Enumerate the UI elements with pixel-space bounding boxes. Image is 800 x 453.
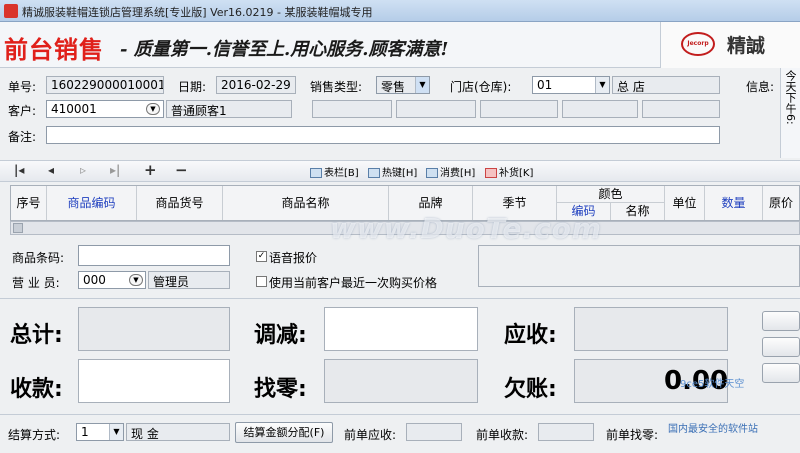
change-field: [324, 359, 478, 403]
col-item-no[interactable]: 商品货号: [137, 186, 223, 220]
clerk-code: 000: [83, 273, 106, 287]
totals-panel: 总计: 调减: 应收: 收款: 找零: 欠账: 0.00: [0, 298, 800, 410]
columns-button[interactable]: 表栏[B]: [310, 164, 359, 179]
col-color[interactable]: 颜色: [557, 186, 665, 203]
logo-text: 精誠: [727, 35, 766, 57]
chevron-down-icon[interactable]: ▼: [595, 77, 609, 93]
scrollbar-thumb[interactable]: [13, 223, 23, 233]
keyboard-icon: [368, 168, 380, 178]
customer-label: 客户:: [8, 104, 37, 118]
settle-name-field: 现 金: [126, 423, 230, 441]
brand-title: 前台销售: [4, 35, 104, 64]
col-original-price[interactable]: 原价: [763, 186, 799, 220]
voice-checkbox[interactable]: ✓: [256, 251, 267, 262]
side-action-button-1[interactable]: [762, 311, 800, 331]
info-slot-3: [480, 100, 558, 118]
barcode-label: 商品条码:: [12, 251, 65, 265]
prev-received-label: 前单收款:: [476, 428, 529, 442]
remove-row-button[interactable]: −: [175, 161, 188, 179]
last-record-button[interactable]: ▸|: [110, 163, 120, 177]
last-price-checkbox[interactable]: [256, 276, 267, 287]
total-label: 总计:: [10, 323, 63, 348]
settle-label: 结算方式:: [8, 428, 61, 442]
table-icon: [310, 168, 322, 178]
received-input[interactable]: [78, 359, 230, 403]
split-amount-button[interactable]: 结算金额分配(F): [235, 422, 333, 443]
store-code: 01: [537, 78, 553, 92]
hotkeys-button[interactable]: 热键[H]: [368, 164, 417, 179]
restock-button[interactable]: 补货[K]: [485, 164, 533, 179]
first-record-button[interactable]: |◂: [14, 163, 24, 177]
customer-lookup-icon[interactable]: ▼: [146, 103, 160, 115]
barcode-input[interactable]: [78, 245, 230, 266]
received-label: 收款:: [10, 377, 63, 402]
customer-code: 410001: [51, 102, 97, 116]
company-logo: Jecorp 精誠: [660, 22, 800, 68]
sale-type-value: 零售: [381, 80, 406, 94]
info-slot-4: [562, 100, 638, 118]
col-quantity[interactable]: 数量: [705, 186, 763, 220]
sale-type-select[interactable]: 零售 ▼: [376, 76, 430, 94]
next-record-button[interactable]: ▹: [80, 163, 86, 177]
sale-type-label: 销售类型:: [310, 80, 363, 94]
store-label: 门店(仓库):: [450, 80, 512, 94]
watermark: www.DuoTe.com: [330, 212, 602, 245]
prev-change-label: 前单找零:: [606, 428, 659, 442]
adjust-input[interactable]: [324, 307, 478, 351]
order-no-field: 160229000010001: [46, 76, 164, 94]
side-action-button-3[interactable]: [762, 363, 800, 383]
add-row-button[interactable]: +: [144, 161, 157, 179]
chevron-down-icon[interactable]: ▼: [415, 77, 429, 93]
customer-name-field: 普通顾客1: [166, 100, 292, 118]
col-color-name[interactable]: 名称: [611, 203, 665, 220]
window-title: 精诚服装鞋帽连锁店管理系统[专业版] Ver16.0219 - 某服装鞋帽城专用: [22, 6, 373, 19]
date-label: 日期:: [178, 80, 207, 94]
last-price-label: 使用当前客户最近一次购买价格: [269, 276, 438, 290]
note-input[interactable]: [46, 126, 720, 144]
change-label: 找零:: [254, 377, 307, 402]
settle-method-select[interactable]: 1 ▼: [76, 423, 124, 441]
info-label: 信息:: [746, 80, 775, 94]
logo-mark: Jecorp: [681, 32, 715, 56]
info-slot-2: [396, 100, 476, 118]
store-select[interactable]: 01 ▼: [532, 76, 610, 94]
note-label: 备注:: [8, 130, 37, 144]
title-bar: 精诚服装鞋帽连锁店管理系统[专业版] Ver16.0219 - 某服装鞋帽城专用: [0, 0, 800, 22]
toolbar: |◂ ◂ ▹ ▸| + − 表栏[B] 热键[H] 消费[H] 补货[K]: [0, 160, 800, 182]
chevron-down-icon[interactable]: ▼: [109, 424, 123, 440]
corner-watermark-1: 9ce5软件天空: [680, 379, 745, 390]
app-icon: [4, 4, 18, 18]
owed-label: 欠账:: [504, 377, 557, 402]
store-name-field: 总 店: [612, 76, 720, 94]
receivable-field: [574, 307, 728, 351]
clerk-label: 营 业 员:: [12, 276, 60, 290]
total-field: [78, 307, 230, 351]
col-item-code[interactable]: 商品编码: [47, 186, 137, 220]
consume-button[interactable]: 消费[H]: [426, 164, 475, 179]
date-field[interactable]: 2016-02-29: [216, 76, 296, 94]
banner: 前台销售 - 质量第一.信誉至上.用心服务.顾客满意! Jecorp 精誠: [0, 22, 800, 68]
restock-icon: [485, 168, 497, 178]
voice-label: 语音报价: [269, 251, 318, 265]
side-action-button-2[interactable]: [762, 337, 800, 357]
people-icon: [426, 168, 438, 178]
receivable-label: 应收:: [504, 323, 557, 348]
prev-receivable-field: [406, 423, 462, 441]
clerk-name-field: 管理员: [148, 271, 230, 289]
settle-code: 1: [81, 425, 89, 439]
col-index[interactable]: 序号: [11, 186, 47, 220]
info-slot-5: [642, 100, 720, 118]
footer-bar: 结算方式: 1 ▼ 现 金 结算金额分配(F) 前单应收: 前单收款: 前单找零…: [0, 414, 800, 453]
col-unit[interactable]: 单位: [665, 186, 705, 220]
slogan: - 质量第一.信誉至上.用心服务.顾客满意!: [120, 39, 449, 60]
prev-received-field: [538, 423, 594, 441]
info-slot-1: [312, 100, 392, 118]
entry-info-panel: [478, 245, 800, 287]
order-no-label: 单号:: [8, 80, 37, 94]
info-panel: 今天下午6:: [780, 68, 800, 158]
prev-record-button[interactable]: ◂: [48, 163, 54, 177]
adjust-label: 调减:: [254, 323, 307, 348]
clerk-lookup-icon[interactable]: ▼: [129, 274, 143, 286]
prev-receivable-label: 前单应收:: [344, 428, 397, 442]
